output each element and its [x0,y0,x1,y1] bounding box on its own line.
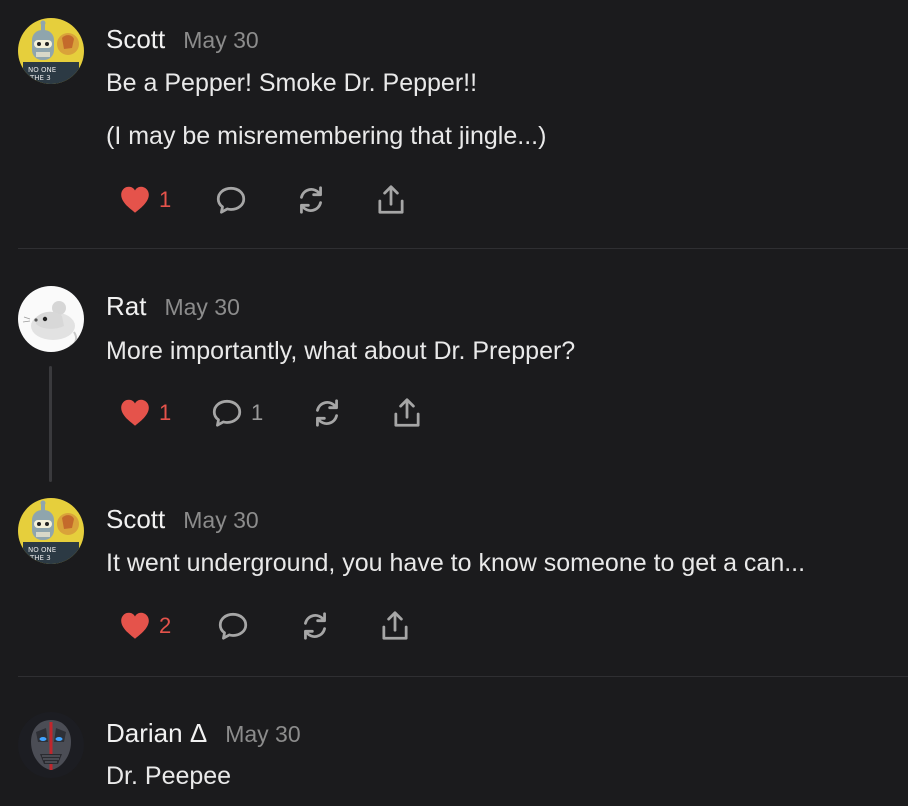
thread-line [49,366,52,482]
comment-date[interactable]: May 30 [183,27,258,54]
divider [18,676,908,677]
reply-button[interactable] [216,608,250,644]
share-icon [374,183,408,217]
bender-avatar-icon [18,498,84,564]
comment-bubble-icon [214,183,248,217]
author-name[interactable]: Scott [106,24,165,55]
comment-text: Be a Pepper! Smoke Dr. Pepper!! [106,69,478,97]
like-count: 2 [159,613,172,638]
comment-text: (I may be misremembering that jingle...) [106,122,547,150]
share-button[interactable] [378,608,412,644]
restack-button[interactable] [310,395,344,431]
avatar[interactable] [18,18,84,84]
comment-text: It went underground, you have to know so… [106,549,806,577]
heart-icon [118,396,152,430]
restack-button[interactable] [298,608,332,644]
restack-icon [298,609,332,643]
avatar[interactable] [18,712,84,778]
like-button[interactable]: 1 [118,182,171,218]
bender-avatar-icon [18,18,84,84]
reply-count: 1 [251,400,264,425]
comment-date[interactable]: May 30 [183,507,258,534]
author-name[interactable]: Rat [106,291,146,322]
like-button[interactable]: 1 [118,395,171,431]
comment-date[interactable]: May 30 [225,721,300,748]
avatar[interactable] [18,498,84,564]
mask-avatar-icon [18,712,84,778]
comment-bubble-icon [216,609,250,643]
heart-icon [118,183,152,217]
author-name[interactable]: Darian Δ [106,718,207,749]
comment-text: More importantly, what about Dr. Prepper… [106,337,576,365]
comment-bubble-icon [210,396,244,430]
avatar[interactable] [18,286,84,352]
like-count: 1 [159,187,172,212]
share-button[interactable] [390,395,424,431]
heart-icon [118,609,152,643]
reply-button[interactable]: 1 [210,395,263,431]
share-button[interactable] [374,182,408,218]
divider [18,248,908,249]
restack-button[interactable] [294,182,328,218]
comment-text: Dr. Peepee [106,762,232,790]
restack-icon [294,183,328,217]
restack-icon [310,396,344,430]
like-count: 1 [159,400,172,425]
rat-avatar-icon [18,286,84,352]
like-button[interactable]: 2 [118,608,171,644]
share-icon [378,609,412,643]
share-icon [390,396,424,430]
comment-date[interactable]: May 30 [164,294,239,321]
author-name[interactable]: Scott [106,504,165,535]
reply-button[interactable] [214,182,248,218]
